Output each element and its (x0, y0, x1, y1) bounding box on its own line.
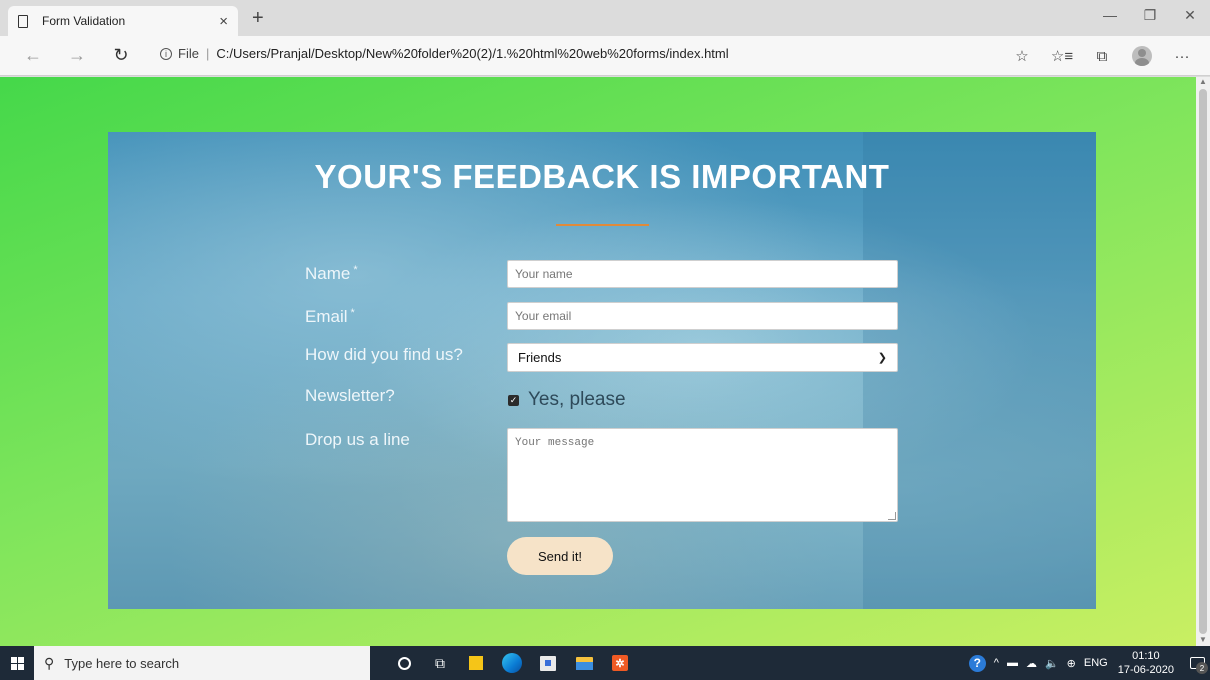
globe-icon[interactable]: ⊕ (1067, 657, 1076, 670)
scroll-down-icon[interactable]: ▼ (1199, 635, 1207, 644)
notification-count-badge: 2 (1196, 662, 1208, 674)
search-icon: ⚲ (44, 654, 55, 671)
form-title: YOUR'S FEEDBACK IS IMPORTANT (314, 158, 890, 195)
task-view-button[interactable]: ⧉ (422, 646, 458, 680)
cortana-icon (397, 656, 411, 670)
browser-toolbar: ☆ ☆≡ ⧉ ··· (1002, 44, 1202, 68)
page-scrollbar[interactable]: ▲ ▼ (1196, 77, 1210, 646)
chevron-down-icon: ❯ (877, 352, 887, 364)
source-select[interactable]: Friends ❯ (507, 343, 898, 372)
network-icon[interactable]: ☁ (1026, 657, 1037, 670)
profile-button[interactable] (1122, 44, 1162, 68)
page-icon (18, 14, 28, 28)
edge-app[interactable] (494, 646, 530, 680)
windows-taskbar: ⚲ Type here to search ⧉ ✲ ? ^ ▬ ☁ 🔈 ⊕ EN… (0, 646, 1210, 680)
feedback-form-card: YOUR'S FEEDBACK IS IMPORTANT Name* Email… (108, 132, 1096, 609)
favorite-star-icon[interactable]: ☆ (1002, 44, 1042, 68)
xampp-app[interactable]: ✲ (602, 646, 638, 680)
file-explorer-app[interactable] (566, 646, 602, 680)
name-required-mark: * (353, 264, 358, 276)
battery-icon[interactable]: ▬ (1007, 657, 1018, 669)
name-label: Name * (305, 264, 358, 284)
message-textarea[interactable] (507, 428, 898, 522)
edge-browser-icon (502, 653, 522, 673)
clock-date: 17-06-2020 (1117, 664, 1174, 676)
windows-logo-icon (10, 656, 24, 670)
system-tray: ? ^ ▬ ☁ 🔈 ⊕ ENG 01:10 17-06-2020 2 (965, 646, 1210, 680)
volume-icon[interactable]: 🔈 (1045, 657, 1059, 670)
title-underline (556, 224, 649, 226)
forward-button[interactable]: → (62, 45, 92, 66)
chevron-up-icon[interactable]: ^ (994, 657, 999, 669)
email-required-mark: * (350, 307, 355, 319)
profile-avatar-icon (1132, 46, 1152, 66)
back-button[interactable]: ← (18, 45, 48, 66)
url-scheme-label: File (178, 46, 199, 61)
minimize-button[interactable]: — (1090, 0, 1130, 30)
email-label-text: Email (305, 307, 348, 326)
source-label: How did you find us? (305, 345, 463, 364)
scroll-up-icon[interactable]: ▲ (1199, 77, 1207, 86)
source-selected-value: Friends (518, 350, 562, 365)
taskbar-apps: ⧉ ✲ (386, 646, 638, 680)
sticky-notes-icon (469, 656, 483, 670)
task-view-icon: ⧉ (435, 654, 445, 671)
page-viewport: YOUR'S FEEDBACK IS IMPORTANT Name* Email… (0, 77, 1196, 646)
email-label: Email * (305, 307, 355, 327)
store-icon (540, 655, 556, 671)
address-bar: ← → ↻ i File | C:/Users/Pranjal/Desktop/… (0, 36, 1210, 76)
language-indicator[interactable]: ENG (1084, 657, 1108, 669)
card-overlay-panel (863, 132, 1096, 609)
collections-icon[interactable]: ⧉ (1082, 44, 1122, 68)
sticky-notes-app[interactable] (458, 646, 494, 680)
clock[interactable]: 01:10 17-06-2020 (1118, 649, 1174, 677)
url-text[interactable]: C:/Users/Pranjal/Desktop/New%20folder%20… (216, 46, 728, 61)
close-window-button[interactable]: ✕ (1170, 0, 1210, 30)
tab-title: Form Validation (42, 14, 126, 28)
newsletter-option-label[interactable]: Yes, please (528, 389, 626, 411)
newsletter-label: Newsletter? (305, 386, 395, 405)
browser-tab[interactable]: Form Validation × (8, 6, 238, 36)
email-input[interactable] (507, 302, 898, 330)
scroll-thumb[interactable] (1199, 89, 1207, 634)
store-app[interactable] (530, 646, 566, 680)
textarea-resize-handle[interactable] (888, 512, 896, 520)
newsletter-checkbox[interactable]: ✓ (508, 395, 519, 406)
cortana-button[interactable] (386, 646, 422, 680)
window-controls: — ❐ ✕ (1090, 0, 1210, 30)
url-field[interactable]: i File | C:/Users/Pranjal/Desktop/New%20… (160, 46, 729, 61)
more-options-icon[interactable]: ··· (1162, 44, 1202, 68)
info-icon[interactable]: i (160, 47, 172, 60)
new-tab-button[interactable]: + (252, 6, 264, 30)
refresh-button[interactable]: ↻ (106, 45, 136, 66)
xampp-icon: ✲ (612, 655, 628, 671)
browser-tab-bar: Form Validation × + — ❐ ✕ (0, 0, 1210, 36)
name-input[interactable] (507, 260, 898, 288)
clock-time: 01:10 (1132, 650, 1160, 662)
tab-close-icon[interactable]: × (219, 13, 228, 30)
name-label-text: Name (305, 264, 351, 283)
taskbar-search[interactable]: ⚲ Type here to search (34, 646, 370, 680)
favorites-list-icon[interactable]: ☆≡ (1042, 44, 1082, 68)
message-label: Drop us a line (305, 430, 410, 449)
notification-center-button[interactable]: 2 (1184, 646, 1210, 680)
restore-button[interactable]: ❐ (1130, 0, 1170, 30)
help-icon[interactable]: ? (968, 654, 986, 672)
taskbar-search-placeholder: Type here to search (64, 655, 180, 671)
url-separator: | (205, 46, 210, 61)
start-button[interactable] (0, 646, 34, 680)
folder-icon (575, 656, 593, 670)
send-button[interactable]: Send it! (507, 537, 613, 575)
